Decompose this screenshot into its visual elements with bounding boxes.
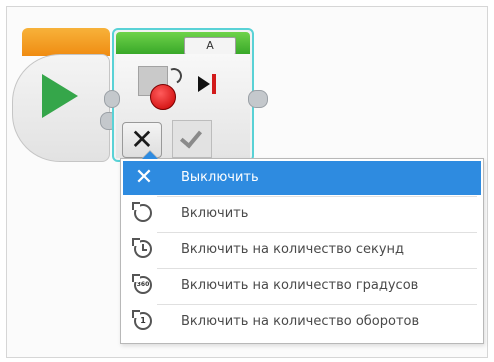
menu-item-label: Выключить [181, 170, 259, 185]
degrees-icon: 360 [132, 274, 155, 297]
menu-item-label: Включить [181, 206, 249, 221]
mode-menu: ✕ Выключить Включить Включить на количес… [120, 150, 484, 344]
menu-item-label: Включить на количество градусов [181, 278, 419, 293]
port-selector[interactable]: A [184, 37, 236, 55]
off-x-icon: ✕ [134, 165, 154, 190]
menu-item-on-seconds[interactable]: Включить на количество секунд [123, 233, 481, 267]
menu-item-on-degrees[interactable]: 360 Включить на количество градусов [123, 269, 481, 303]
on-rotate-icon [132, 202, 155, 225]
start-block[interactable] [12, 28, 118, 162]
sequence-connector-out[interactable] [248, 90, 268, 108]
brake-checkbox[interactable] [172, 120, 212, 158]
menu-item-label: Включить на количество секунд [181, 242, 405, 257]
seconds-timer-icon [132, 238, 155, 261]
menu-item-label: Включить на количество оборотов [181, 314, 420, 329]
medium-motor-block[interactable]: A ✕ [104, 28, 268, 162]
play-icon[interactable] [42, 74, 78, 118]
menu-item-off[interactable]: ✕ Выключить [123, 161, 481, 195]
stop-icon [198, 74, 222, 94]
menu-item-on-rotations[interactable]: 1 Включить на количество оборотов [123, 305, 481, 339]
sequence-connector-in[interactable] [104, 90, 120, 108]
motor-block-body: ✕ [116, 54, 250, 158]
menu-item-on[interactable]: Включить [123, 197, 481, 231]
motor-icon [134, 65, 185, 110]
motor-block-header: A [116, 32, 250, 55]
rotations-icon: 1 [132, 310, 155, 333]
checkmark-icon [179, 125, 203, 149]
start-block-header [22, 28, 110, 56]
